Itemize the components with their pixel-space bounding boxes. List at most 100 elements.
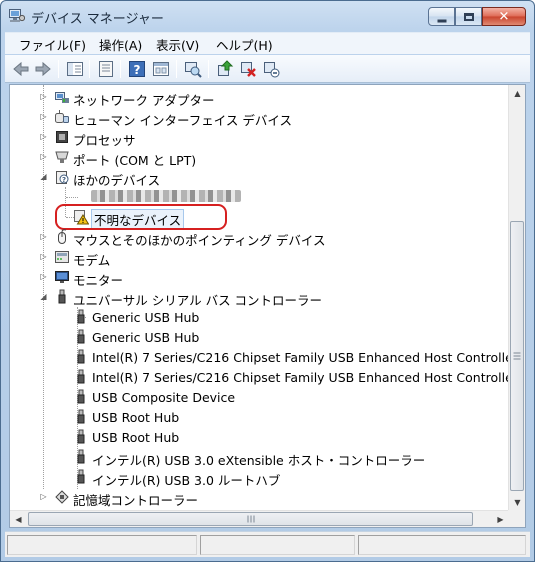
window-controls: ✕	[428, 7, 526, 26]
maximize-button[interactable]	[455, 7, 482, 26]
network-adapter-icon	[55, 92, 69, 103]
tree-item-other-devices[interactable]: ◢ ? ほかのデバイス	[10, 167, 509, 188]
usb-plug-icon	[77, 349, 85, 364]
expand-icon[interactable]: ▷	[39, 112, 48, 121]
tree-item-label: USB Composite Device	[92, 390, 236, 405]
toolbar: ?	[5, 55, 530, 83]
port-icon	[55, 151, 69, 163]
close-icon: ✕	[498, 9, 510, 24]
storage-controller-icon	[55, 490, 69, 504]
show-hide-tree-icon[interactable]	[65, 59, 85, 79]
tree-item-usb-device[interactable]: Intel(R) 7 Series/C216 Chipset Family US…	[10, 367, 509, 387]
tree-item-usb-device[interactable]: Generic USB Hub	[10, 327, 509, 347]
horizontal-scrollbar[interactable]: ◀ ▶	[10, 510, 509, 527]
expand-icon[interactable]: ▷	[39, 132, 48, 141]
menu-file[interactable]: ファイル(F)	[19, 35, 86, 54]
vertical-scrollbar[interactable]: ▲ ▼	[508, 85, 525, 511]
tree-item-usb-device[interactable]: USB Root Hub	[10, 427, 509, 447]
device-tree[interactable]: ▷ ネットワーク アダプター ▷ ヒューマン インターフェイス デバイス ▷ プ…	[10, 85, 509, 511]
svg-text:?: ?	[62, 176, 66, 184]
tree-item-label: USB Root Hub	[92, 410, 180, 425]
collapse-icon[interactable]: ◢	[39, 172, 48, 181]
close-button[interactable]: ✕	[482, 7, 526, 26]
help-icon[interactable]: ?	[127, 59, 147, 79]
mouse-icon	[58, 229, 67, 244]
vertical-scroll-thumb[interactable]	[510, 221, 524, 491]
collapse-icon[interactable]: ◢	[39, 292, 48, 301]
window-title: デバイス マネージャー	[31, 12, 164, 27]
usb-plug-icon	[77, 309, 85, 324]
usb-plug-icon	[77, 389, 85, 404]
view-icon[interactable]	[151, 59, 171, 79]
scan-hardware-icon[interactable]	[183, 59, 203, 79]
tree-item-processors[interactable]: ▷ プロセッサ	[10, 127, 509, 148]
tree-item-usb-device[interactable]: インテル(R) USB 3.0 ルートハブ	[10, 467, 509, 488]
tree-item-network-adapters[interactable]: ▷ ネットワーク アダプター	[10, 87, 509, 108]
toolbar-separator	[208, 60, 209, 78]
tree-item-monitors[interactable]: ▷ モニター	[10, 267, 509, 288]
scrollbar-corner	[508, 510, 525, 527]
menu-help[interactable]: ヘルプ(H)	[216, 35, 273, 54]
redacted-device-name	[91, 190, 241, 202]
tree-item-label: Generic USB Hub	[92, 330, 200, 345]
uninstall-icon[interactable]	[238, 59, 258, 79]
tree-item-usb-device[interactable]: Intel(R) 7 Series/C216 Chipset Family US…	[10, 347, 509, 367]
device-manager-window: デバイス マネージャー ✕ ファイル(F) 操作(A) 表示(V) ヘルプ(H)	[0, 0, 535, 562]
toolbar-separator	[120, 60, 121, 78]
tree-item-ports[interactable]: ▷ ポート (COM と LPT)	[10, 147, 509, 168]
usb-plug-icon	[77, 429, 85, 444]
grip-icon	[513, 352, 521, 360]
properties-icon[interactable]	[96, 59, 116, 79]
scroll-down-arrow-icon[interactable]: ▼	[509, 494, 526, 511]
expand-icon[interactable]: ▷	[39, 152, 48, 161]
scroll-left-arrow-icon[interactable]: ◀	[10, 511, 27, 528]
hid-icon	[55, 110, 69, 123]
device-tree-panel: ▷ ネットワーク アダプター ▷ ヒューマン インターフェイス デバイス ▷ プ…	[9, 84, 526, 528]
scroll-up-arrow-icon[interactable]: ▲	[509, 85, 526, 102]
other-devices-icon: ?	[56, 171, 69, 184]
menu-action[interactable]: 操作(A)	[99, 35, 142, 54]
usb-plug-icon	[77, 469, 85, 484]
status-bar	[5, 531, 530, 557]
status-cell	[7, 535, 197, 555]
tree-item-modems[interactable]: ▷ モデム	[10, 247, 509, 268]
scroll-right-arrow-icon[interactable]: ▶	[492, 511, 509, 528]
expand-icon[interactable]: ▷	[39, 232, 48, 241]
tree-item-label: Generic USB Hub	[92, 310, 200, 325]
tree-item-usb-controllers[interactable]: ◢ ユニバーサル シリアル バス コントローラー	[10, 287, 509, 308]
processor-icon	[56, 131, 68, 143]
tree-item-mice[interactable]: ▷ マウスとそのほかのポインティング デバイス	[10, 227, 509, 248]
maximize-icon	[463, 12, 474, 21]
grip-icon	[247, 515, 254, 523]
monitor-icon	[55, 271, 69, 283]
expand-icon[interactable]: ▷	[39, 92, 48, 101]
usb-icon	[58, 289, 66, 304]
forward-arrow-icon[interactable]	[33, 59, 53, 79]
device-manager-icon	[9, 9, 25, 22]
toolbar-separator	[176, 60, 177, 78]
tree-item-storage-controllers[interactable]: ▷ 記憶域コントローラー	[10, 487, 509, 508]
expand-icon[interactable]: ▷	[39, 492, 48, 501]
usb-plug-icon	[77, 369, 85, 384]
tree-item-label: Intel(R) 7 Series/C216 Chipset Family US…	[92, 350, 509, 365]
tree-item-usb-device[interactable]: Generic USB Hub	[10, 307, 509, 327]
toolbar-separator	[58, 60, 59, 78]
tree-item-hid[interactable]: ▷ ヒューマン インターフェイス デバイス	[10, 107, 509, 128]
menu-view[interactable]: 表示(V)	[156, 35, 199, 54]
minimize-button[interactable]	[428, 7, 455, 26]
horizontal-scroll-thumb[interactable]	[28, 512, 473, 526]
svg-text:?: ?	[134, 63, 141, 77]
tree-item-label: 記憶域コントローラー	[73, 493, 199, 508]
tree-item-usb-device[interactable]: USB Root Hub	[10, 407, 509, 427]
update-driver-icon[interactable]	[215, 59, 235, 79]
tree-item-usb-device[interactable]: インテル(R) USB 3.0 eXtensible ホスト・コントローラー	[10, 447, 509, 468]
usb-plug-icon	[77, 329, 85, 344]
disable-icon[interactable]	[261, 59, 281, 79]
back-arrow-icon[interactable]	[11, 59, 31, 79]
expand-icon[interactable]: ▷	[39, 252, 48, 261]
title-bar[interactable]: デバイス マネージャー ✕	[1, 1, 534, 31]
toolbar-separator	[89, 60, 90, 78]
tree-item-usb-device[interactable]: USB Composite Device	[10, 387, 509, 407]
expand-icon[interactable]: ▷	[39, 272, 48, 281]
minimize-icon	[437, 19, 446, 22]
